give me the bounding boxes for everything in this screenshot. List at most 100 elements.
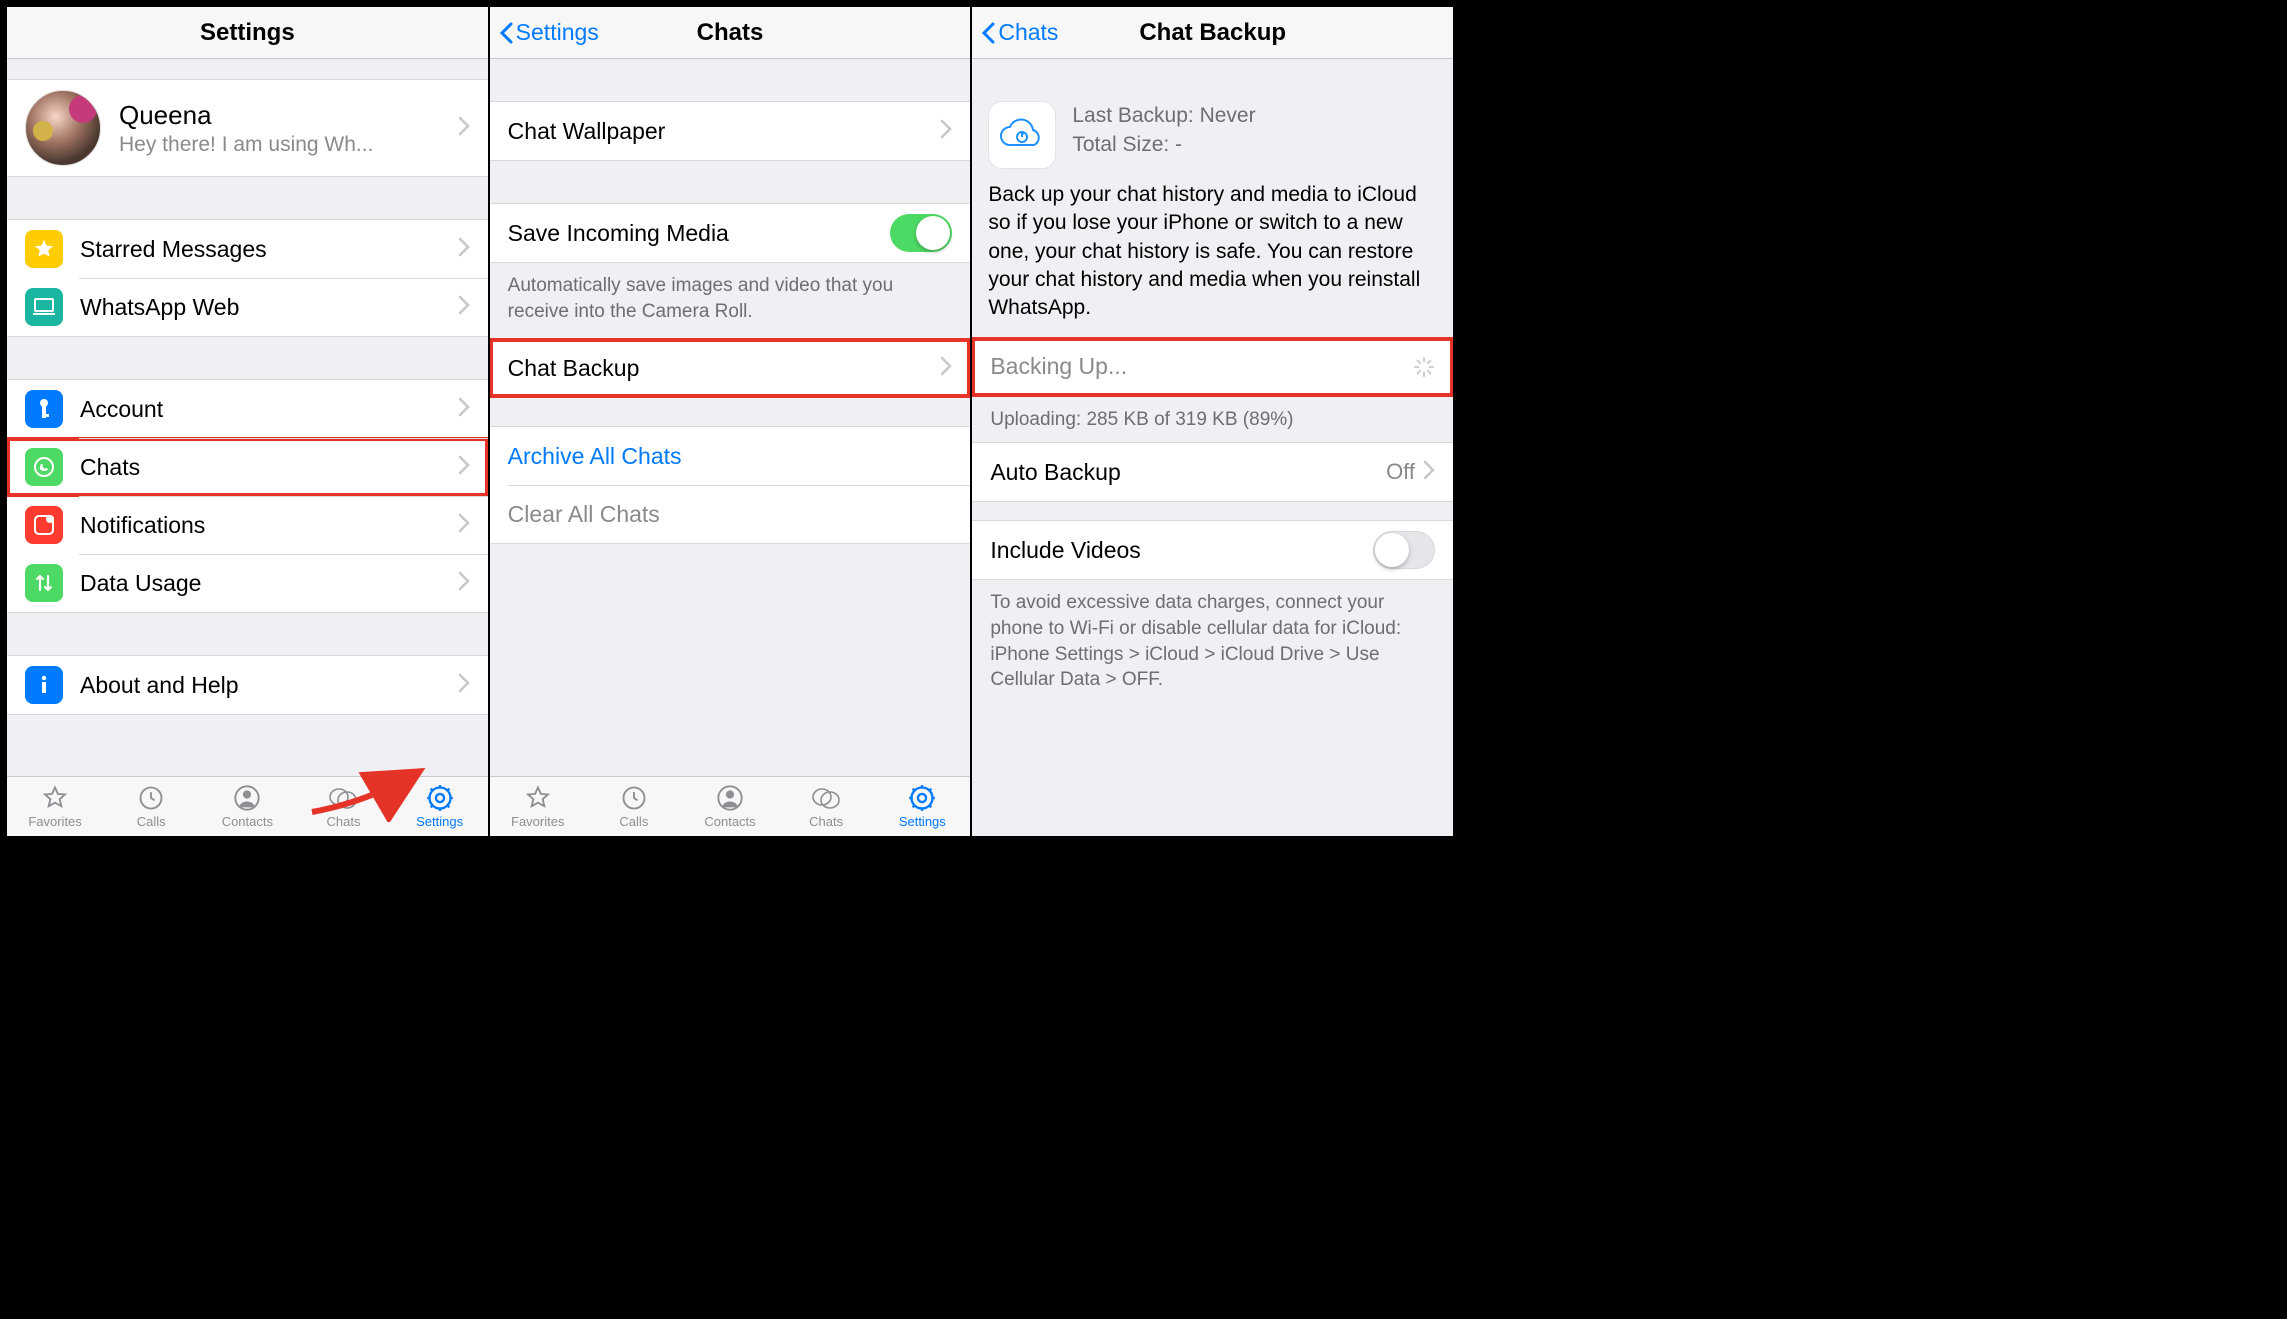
star-outline-icon [41, 784, 69, 812]
tab-favorites[interactable]: Favorites [490, 777, 586, 836]
uploading-progress: Uploading: 285 KB of 319 KB (89%) [972, 397, 1453, 443]
row-save-incoming-media[interactable]: Save Incoming Media [490, 204, 971, 262]
row-label: About and Help [80, 672, 458, 699]
back-button[interactable]: Settings [498, 19, 599, 46]
total-size-value: Total Size: - [1072, 130, 1255, 159]
gear-icon [426, 784, 454, 812]
row-label: Clear All Chats [508, 501, 953, 528]
row-label: Starred Messages [80, 236, 458, 263]
chats-icon [328, 784, 358, 812]
tab-chats[interactable]: Chats [778, 777, 874, 836]
arrows-icon [25, 564, 63, 602]
row-label: Chats [80, 454, 458, 481]
chevron-right-icon [458, 237, 470, 262]
tabbar: Favorites Calls Contacts Chats Settings [7, 776, 488, 836]
row-chats[interactable]: Chats [7, 438, 488, 496]
tab-label: Calls [619, 814, 648, 829]
row-about-help[interactable]: About and Help [7, 656, 488, 714]
row-starred-messages[interactable]: Starred Messages [7, 220, 488, 278]
cloud-icon [988, 101, 1056, 169]
chevron-right-icon [940, 119, 952, 144]
key-icon [25, 390, 63, 428]
navbar-title: Chat Backup [1139, 19, 1286, 47]
backup-content[interactable]: Last Backup: Never Total Size: - Back up… [972, 59, 1453, 836]
tab-label: Settings [899, 814, 946, 829]
switch-include-videos[interactable] [1373, 531, 1435, 569]
tab-label: Favorites [511, 814, 564, 829]
row-clear-all[interactable]: Clear All Chats [490, 485, 971, 543]
tab-contacts[interactable]: Contacts [682, 777, 778, 836]
row-notifications[interactable]: Notifications [7, 496, 488, 554]
row-label: Save Incoming Media [508, 220, 891, 247]
clock-icon [620, 784, 648, 812]
tab-calls[interactable]: Calls [103, 777, 199, 836]
clock-icon [137, 784, 165, 812]
row-data-usage[interactable]: Data Usage [7, 554, 488, 612]
tab-label: Calls [137, 814, 166, 829]
last-backup-value: Last Backup: Never [1072, 101, 1255, 130]
settings-content[interactable]: Queena Hey there! I am using Wh... Starr… [7, 59, 488, 776]
star-outline-icon [524, 784, 552, 812]
tab-settings[interactable]: Settings [874, 777, 970, 836]
profile-name: Queena [119, 100, 458, 131]
backup-description: Back up your chat history and media to i… [972, 175, 1453, 337]
row-label: Auto Backup [990, 459, 1386, 486]
tab-calls[interactable]: Calls [586, 777, 682, 836]
spinner-icon [1413, 356, 1435, 378]
tab-label: Chats [327, 814, 361, 829]
tab-label: Chats [809, 814, 843, 829]
navbar-title: Chats [697, 19, 764, 47]
row-label: Archive All Chats [508, 443, 953, 470]
navbar-settings: Settings [7, 7, 488, 59]
back-label: Settings [516, 19, 599, 46]
back-button[interactable]: Chats [980, 19, 1058, 46]
person-icon [716, 784, 744, 812]
row-label: Data Usage [80, 570, 458, 597]
backup-note: To avoid excessive data charges, connect… [972, 580, 1453, 707]
row-label: WhatsApp Web [80, 294, 458, 321]
info-icon [25, 666, 63, 704]
row-account[interactable]: Account [7, 380, 488, 438]
row-auto-backup[interactable]: Auto Backup Off [972, 443, 1453, 501]
row-chat-backup[interactable]: Chat Backup [490, 339, 971, 397]
panel-chats: Settings Chats Chat Wallpaper Save Incom… [490, 7, 973, 836]
person-icon [233, 784, 261, 812]
auto-backup-value: Off [1386, 459, 1415, 485]
row-label: Chat Backup [508, 355, 941, 382]
navbar-backup: Chats Chat Backup [972, 7, 1453, 59]
row-label: Chat Wallpaper [508, 118, 941, 145]
row-include-videos[interactable]: Include Videos [972, 521, 1453, 579]
profile-row[interactable]: Queena Hey there! I am using Wh... [7, 79, 488, 177]
chevron-right-icon [458, 116, 470, 141]
backup-info: Last Backup: Never Total Size: - [972, 87, 1453, 175]
row-archive-all[interactable]: Archive All Chats [490, 427, 971, 485]
row-chat-wallpaper[interactable]: Chat Wallpaper [490, 102, 971, 160]
switch-save-media[interactable] [890, 214, 952, 252]
profile-status: Hey there! I am using Wh... [119, 133, 458, 157]
panel-settings: Settings Queena Hey there! I am using Wh… [7, 7, 490, 836]
whatsapp-icon [25, 448, 63, 486]
tab-label: Settings [416, 814, 463, 829]
chevron-right-icon [458, 295, 470, 320]
chevron-right-icon [458, 455, 470, 480]
navbar-title: Settings [200, 19, 295, 47]
tab-chats[interactable]: Chats [295, 777, 391, 836]
chevron-right-icon [1423, 460, 1435, 485]
row-label: Notifications [80, 512, 458, 539]
tab-settings[interactable]: Settings [392, 777, 488, 836]
avatar [25, 90, 101, 166]
tab-favorites[interactable]: Favorites [7, 777, 103, 836]
save-media-note: Automatically save images and video that… [490, 263, 971, 338]
chats-icon [811, 784, 841, 812]
tab-label: Favorites [28, 814, 81, 829]
tab-contacts[interactable]: Contacts [199, 777, 295, 836]
tabbar: Favorites Calls Contacts Chats Settings [490, 776, 971, 836]
chevron-right-icon [458, 513, 470, 538]
backing-up-label: Backing Up... [990, 353, 1413, 380]
chats-content[interactable]: Chat Wallpaper Save Incoming Media Autom… [490, 59, 971, 776]
chevron-left-icon [980, 21, 996, 45]
navbar-chats: Settings Chats [490, 7, 971, 59]
tab-label: Contacts [222, 814, 273, 829]
row-whatsapp-web[interactable]: WhatsApp Web [7, 278, 488, 336]
tab-label: Contacts [704, 814, 755, 829]
